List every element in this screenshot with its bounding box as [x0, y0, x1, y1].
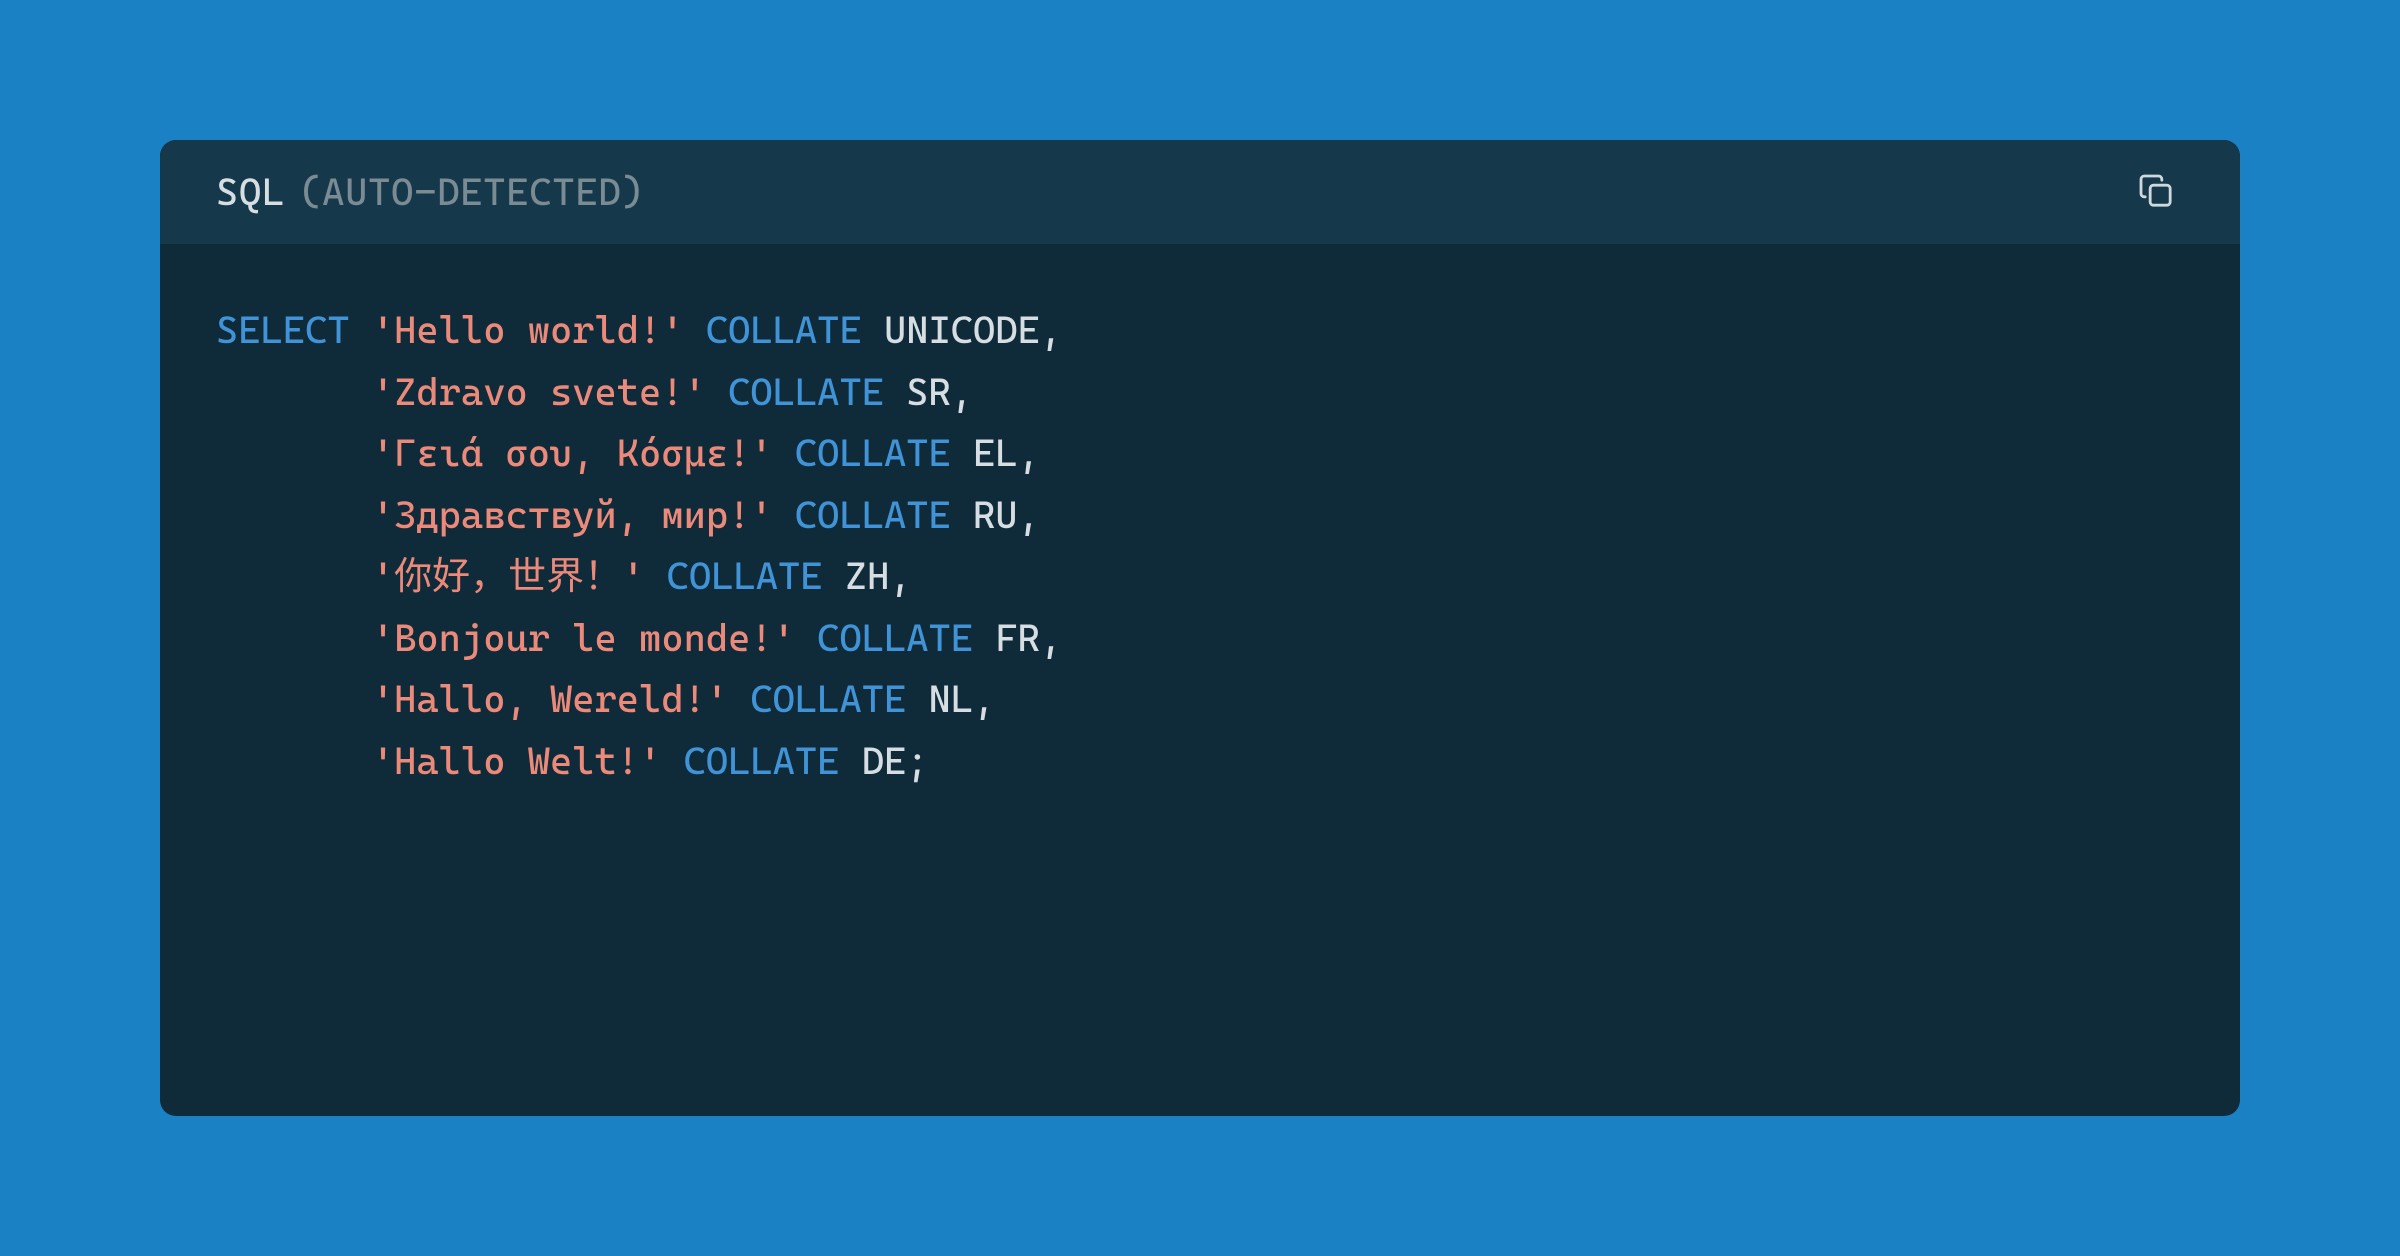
keyword-collate: COLLATE: [728, 370, 884, 414]
code-line: 'Γειά σου, Κόσμε!' COLLATE EL,: [216, 423, 2184, 485]
code-body[interactable]: SELECT 'Hello world!' COLLATE UNICODE, '…: [160, 244, 2240, 848]
keyword-collate: COLLATE: [684, 739, 840, 783]
collation-identifier: FR: [995, 616, 1040, 660]
terminator: ,: [1040, 616, 1062, 660]
terminator: ,: [951, 370, 973, 414]
keyword-collate: COLLATE: [795, 493, 951, 537]
terminator: ,: [889, 554, 911, 598]
string-literal: 'Hallo Welt!': [372, 739, 661, 783]
string-literal: 'Здравствуй, мир!': [372, 493, 773, 537]
terminator: ,: [1040, 308, 1062, 352]
code-line: SELECT 'Hello world!' COLLATE UNICODE,: [216, 300, 2184, 362]
string-literal: 'Hallo, Wereld!': [372, 677, 728, 721]
language-label: SQL: [216, 170, 285, 214]
collation-identifier: RU: [973, 493, 1018, 537]
code-line: 'Bonjour le monde!' COLLATE FR,: [216, 608, 2184, 670]
collation-identifier: EL: [973, 431, 1018, 475]
string-literal: 'Bonjour le monde!': [372, 616, 795, 660]
string-literal: 'Γειά σου, Κόσμε!': [372, 431, 773, 475]
code-line: 'Hallo Welt!' COLLATE DE;: [216, 731, 2184, 793]
keyword-collate: COLLATE: [667, 554, 823, 598]
terminator: ,: [973, 677, 995, 721]
terminator: ,: [1018, 431, 1040, 475]
collation-identifier: DE: [862, 739, 907, 783]
string-literal: 'Zdravo svete!': [372, 370, 706, 414]
terminator: ,: [1018, 493, 1040, 537]
keyword-collate: COLLATE: [795, 431, 951, 475]
collation-identifier: UNICODE: [884, 308, 1040, 352]
copy-icon: [2136, 171, 2176, 214]
collation-identifier: ZH: [845, 554, 890, 598]
code-line: 'Hallo, Wereld!' COLLATE NL,: [216, 669, 2184, 731]
code-line: '你好，世界！' COLLATE ZH,: [216, 546, 2184, 608]
string-literal: '你好，世界！': [372, 554, 645, 598]
collation-identifier: NL: [929, 677, 974, 721]
code-panel: SQL (AUTO-DETECTED) SELECT 'Hello world!…: [160, 140, 2240, 1116]
string-literal: 'Hello world!': [372, 308, 684, 352]
terminator: ;: [906, 739, 928, 783]
code-header: SQL (AUTO-DETECTED): [160, 140, 2240, 244]
keyword-select: SELECT: [216, 308, 350, 352]
collation-identifier: SR: [906, 370, 951, 414]
keyword-collate: COLLATE: [750, 677, 906, 721]
code-line: 'Здравствуй, мир!' COLLATE RU,: [216, 485, 2184, 547]
header-title: SQL (AUTO-DETECTED): [216, 170, 644, 214]
keyword-collate: COLLATE: [817, 616, 973, 660]
keyword-collate: COLLATE: [706, 308, 862, 352]
detected-label: (AUTO-DETECTED): [299, 170, 644, 214]
code-line: 'Zdravo svete!' COLLATE SR,: [216, 362, 2184, 424]
copy-button[interactable]: [2128, 163, 2184, 222]
